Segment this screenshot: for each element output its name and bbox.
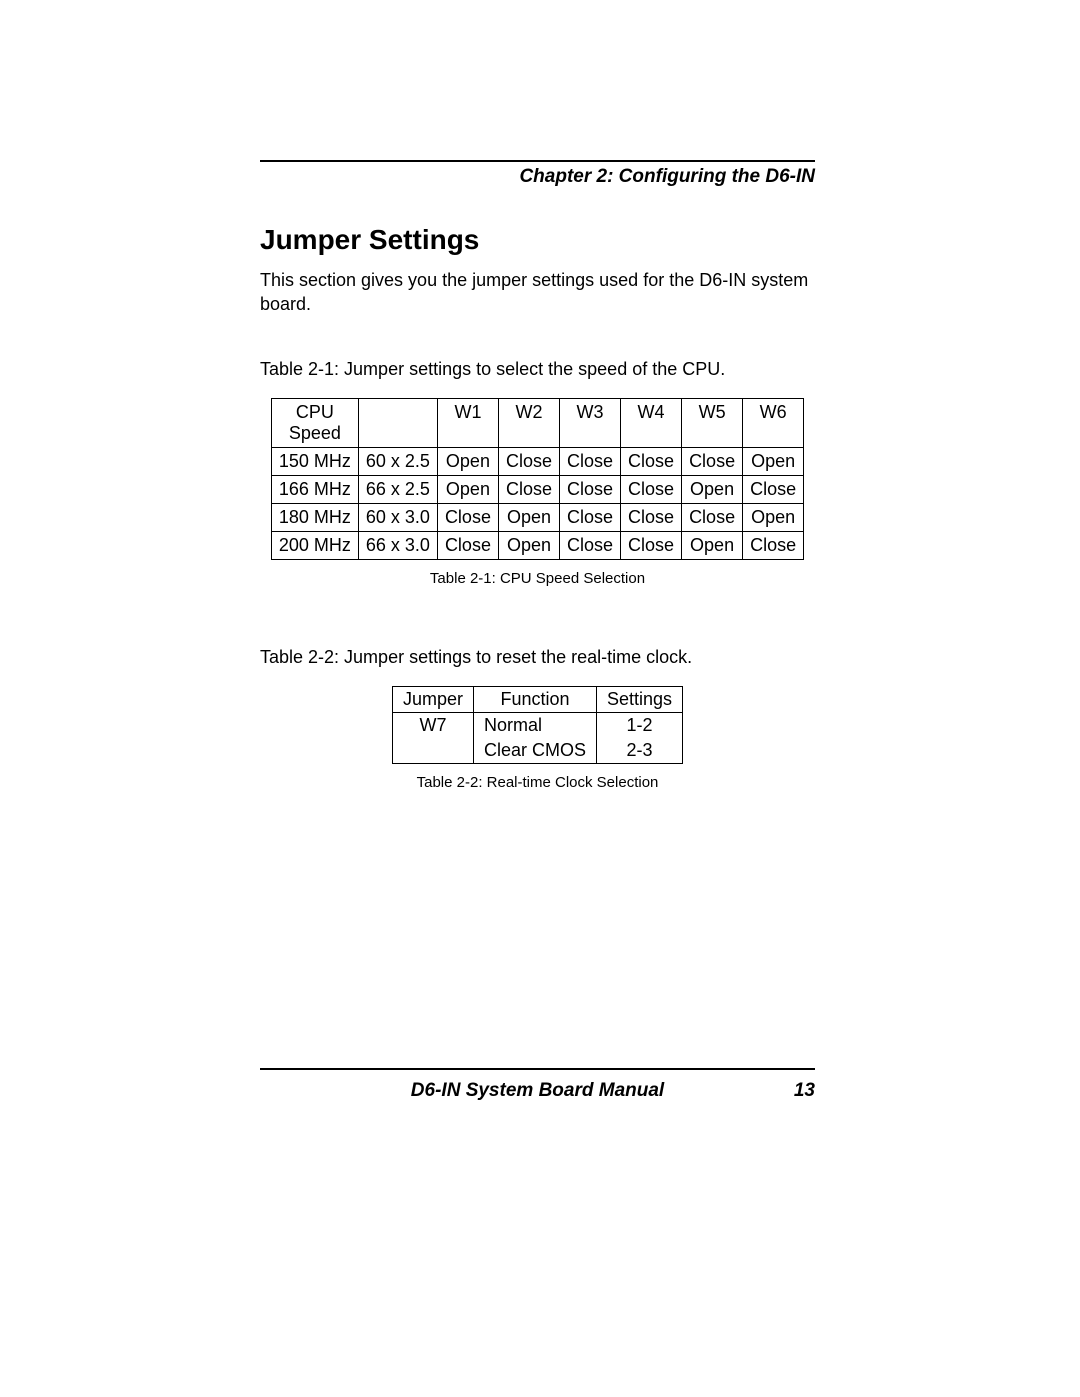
table-row: 180 MHz 60 x 3.0 Close Open Close Close …	[271, 503, 803, 531]
cell-w1: Open	[437, 475, 498, 503]
cell-w4: Close	[621, 531, 682, 559]
cell-w5: Close	[682, 503, 743, 531]
col-function: Function	[473, 686, 596, 712]
page: Chapter 2: Configuring the D6-IN Jumper …	[0, 0, 1080, 1397]
cell-w5: Close	[682, 447, 743, 475]
cell-function: Normal	[473, 712, 596, 738]
col-w5: W5	[682, 398, 743, 447]
cell-function: Clear CMOS	[473, 738, 596, 764]
cell-mult: 66 x 2.5	[358, 475, 437, 503]
table1-caption: Table 2-1: CPU Speed Selection	[260, 570, 815, 587]
cell-settings: 2-3	[597, 738, 683, 764]
table-row: 150 MHz 60 x 2.5 Open Close Close Close …	[271, 447, 803, 475]
col-settings: Settings	[597, 686, 683, 712]
cell-mult: 60 x 3.0	[358, 503, 437, 531]
cell-speed: 200 MHz	[271, 531, 358, 559]
cell-w5: Open	[682, 475, 743, 503]
col-w1: W1	[437, 398, 498, 447]
col-cpu-speed-label: CPU Speed	[285, 402, 345, 444]
col-w4: W4	[621, 398, 682, 447]
cell-speed: 166 MHz	[271, 475, 358, 503]
footer: D6-IN System Board Manual 13	[260, 1068, 815, 1104]
rtc-table: Jumper Function Settings W7 Normal 1-2 C…	[392, 686, 683, 764]
col-w3: W3	[560, 398, 621, 447]
cell-mult: 60 x 2.5	[358, 447, 437, 475]
cell-w2: Close	[498, 475, 559, 503]
footer-rule	[260, 1068, 815, 1070]
col-jumper: Jumper	[392, 686, 473, 712]
cell-w1: Open	[437, 447, 498, 475]
cell-w1: Close	[437, 503, 498, 531]
cell-w2: Open	[498, 503, 559, 531]
cell-w6: Open	[743, 447, 804, 475]
table1-intro: Table 2-1: Jumper settings to select the…	[260, 359, 815, 380]
cell-w1: Close	[437, 531, 498, 559]
footer-manual-title: D6-IN System Board Manual	[260, 1080, 815, 1102]
table-row: CPU Speed W1 W2 W3 W4 W5 W6	[271, 398, 803, 447]
cell-w6: Close	[743, 531, 804, 559]
table-row: 166 MHz 66 x 2.5 Open Close Close Close …	[271, 475, 803, 503]
table-row: W7 Normal 1-2	[392, 712, 682, 738]
col-w2: W2	[498, 398, 559, 447]
cell-mult: 66 x 3.0	[358, 531, 437, 559]
cell-w4: Close	[621, 503, 682, 531]
cpu-speed-table: CPU Speed W1 W2 W3 W4 W5 W6 150 MHz 60 x…	[271, 398, 804, 560]
cell-w3: Close	[560, 475, 621, 503]
table-row: Jumper Function Settings	[392, 686, 682, 712]
cell-jumper: W7	[392, 712, 473, 763]
col-multiplier	[358, 398, 437, 447]
cell-w3: Close	[560, 503, 621, 531]
cell-w3: Close	[560, 531, 621, 559]
col-cpu-speed: CPU Speed	[271, 398, 358, 447]
content-area: Chapter 2: Configuring the D6-IN Jumper …	[260, 160, 815, 851]
cell-w2: Close	[498, 447, 559, 475]
cell-w2: Open	[498, 531, 559, 559]
table-row: 200 MHz 66 x 3.0 Close Open Close Close …	[271, 531, 803, 559]
table2-caption: Table 2-2: Real-time Clock Selection	[260, 774, 815, 791]
cell-speed: 180 MHz	[271, 503, 358, 531]
cell-speed: 150 MHz	[271, 447, 358, 475]
header-rule	[260, 160, 815, 162]
footer-line: D6-IN System Board Manual 13	[260, 1080, 815, 1104]
cell-w3: Close	[560, 447, 621, 475]
table2-intro: Table 2-2: Jumper settings to reset the …	[260, 647, 815, 668]
chapter-title: Chapter 2: Configuring the D6-IN	[260, 166, 815, 188]
section-intro: This section gives you the jumper settin…	[260, 268, 815, 317]
section-title: Jumper Settings	[260, 224, 815, 256]
footer-page-number: 13	[794, 1080, 815, 1102]
col-w6: W6	[743, 398, 804, 447]
cell-w4: Close	[621, 475, 682, 503]
cell-w4: Close	[621, 447, 682, 475]
cell-w5: Open	[682, 531, 743, 559]
cell-w6: Open	[743, 503, 804, 531]
cell-settings: 1-2	[597, 712, 683, 738]
cell-w6: Close	[743, 475, 804, 503]
